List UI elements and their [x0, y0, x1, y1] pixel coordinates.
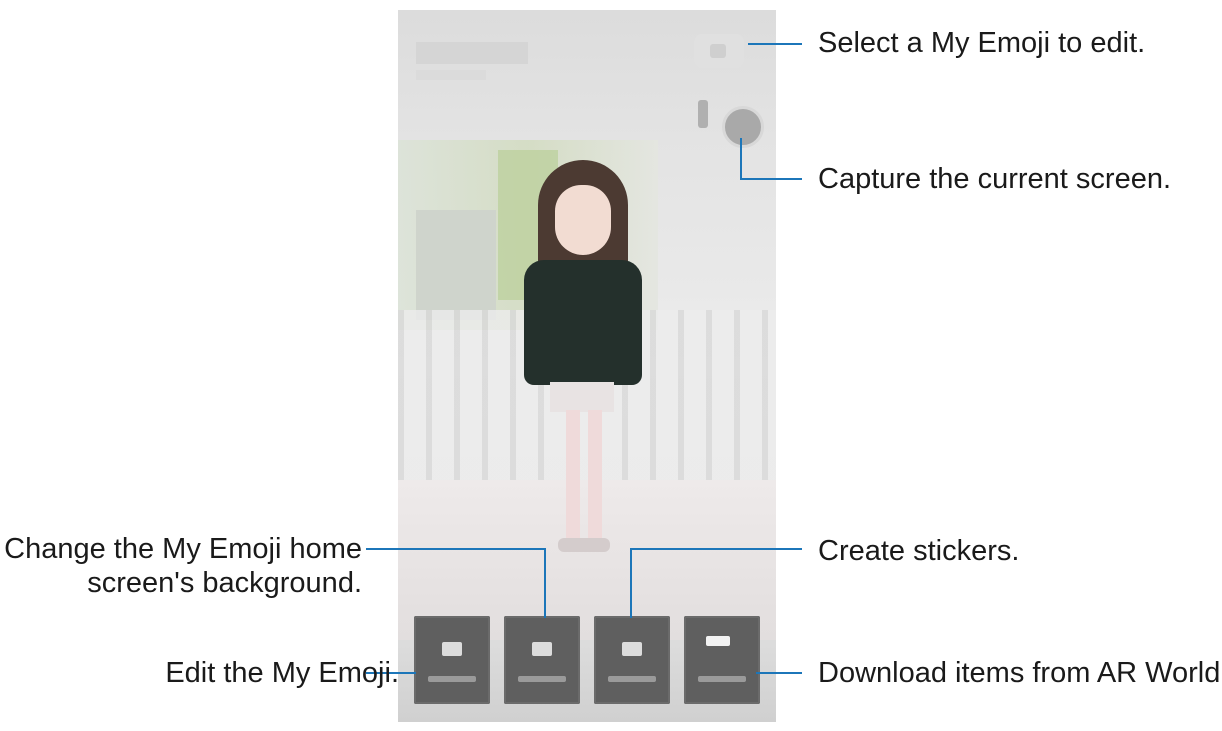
stickers-button[interactable] [594, 616, 670, 704]
callout-line-stickers-v [630, 548, 632, 618]
callout-line-background [366, 548, 546, 550]
camera-icon[interactable] [722, 106, 764, 148]
phone-screen [398, 10, 776, 722]
avatar-shoes [558, 538, 610, 552]
emoji-select-button[interactable] [694, 34, 744, 68]
callout-line-select [748, 43, 802, 45]
sticker-icon [622, 642, 642, 656]
callout-line-ar [756, 672, 802, 674]
avatar-body [524, 260, 642, 385]
background-button[interactable] [504, 616, 580, 704]
background-icon [532, 642, 552, 656]
screen-title-placeholder [416, 42, 528, 64]
callout-line-stickers [630, 548, 802, 550]
edit-label-placeholder [428, 676, 476, 682]
callout-line-capture [740, 138, 742, 179]
more-icon[interactable] [698, 100, 708, 128]
avatar-leg [588, 410, 602, 540]
background-label-placeholder [518, 676, 566, 682]
avatar-skirt [550, 382, 614, 412]
screen-subtitle-placeholder [416, 70, 486, 80]
ar-world-icon [706, 636, 730, 646]
avatar-leg [566, 410, 580, 540]
stickers-label-placeholder [608, 676, 656, 682]
callout-select-emoji: Select a My Emoji to edit. [818, 27, 1146, 59]
callout-change-background-1: Change the My Emoji home [4, 533, 362, 565]
background-shelf [416, 210, 496, 320]
ar-world-label-placeholder [698, 676, 746, 682]
callout-change-background-2: screen's background. [87, 567, 362, 599]
callout-line-background-v [544, 548, 546, 618]
callout-capture: Capture the current screen. [818, 163, 1172, 195]
callout-line-capture-h [740, 178, 802, 180]
callout-edit-emoji: Edit the My Emoji. [165, 657, 399, 689]
avatar-face [555, 185, 611, 255]
edit-emoji-button[interactable] [414, 616, 490, 704]
callout-create-stickers: Create stickers. [818, 535, 1020, 567]
callout-download-ar: Download items from AR World. [818, 657, 1222, 689]
edit-icon [442, 642, 462, 656]
ar-world-button[interactable] [684, 616, 760, 704]
